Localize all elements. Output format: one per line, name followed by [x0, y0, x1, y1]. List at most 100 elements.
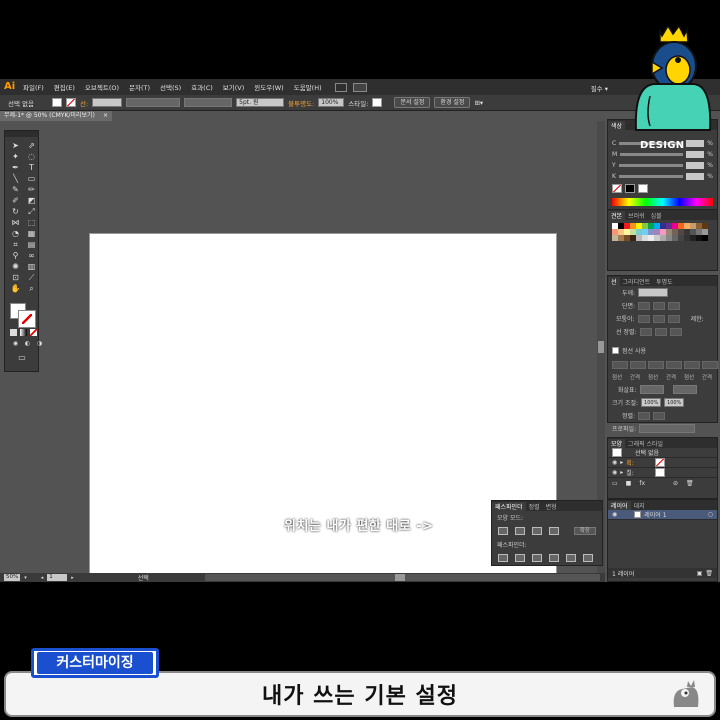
layer-name[interactable]: 레이어 1 — [644, 510, 666, 519]
white-swatch[interactable] — [638, 184, 648, 193]
stroke-attr-label[interactable]: 획: — [626, 458, 634, 467]
exclude-icon[interactable] — [549, 527, 559, 535]
draw-inside-icon[interactable]: ◑ — [34, 339, 45, 348]
crop-icon[interactable] — [549, 554, 559, 562]
line-tool-icon[interactable]: ╲ — [10, 174, 21, 183]
merge-icon[interactable] — [532, 554, 542, 562]
none-mode-icon[interactable] — [30, 329, 37, 336]
eye-icon[interactable]: ◉ — [612, 459, 617, 466]
free-transform-tool-icon[interactable]: ⬚ — [26, 218, 37, 227]
stroke-label[interactable]: 선: — [80, 98, 88, 108]
menu-window[interactable]: 윈도우(W) — [249, 82, 288, 92]
stroke-color-box[interactable] — [18, 310, 36, 328]
eye-icon[interactable]: ◉ — [612, 469, 617, 476]
align-outside-button[interactable] — [669, 327, 682, 336]
gap-1-field[interactable] — [630, 361, 646, 369]
pen-tool-icon[interactable]: ✒ — [10, 163, 21, 172]
horizontal-scrollbar[interactable] — [205, 574, 600, 581]
graphic-styles-tab[interactable]: 그래픽 스타일 — [625, 439, 666, 448]
layer-target-icon[interactable]: ○ — [708, 511, 713, 518]
arrange-documents-icon[interactable] — [352, 82, 367, 92]
stroke-attr-swatch[interactable] — [654, 458, 665, 467]
stroke-weight-field[interactable] — [92, 98, 123, 107]
channel-y-slider[interactable] — [618, 164, 684, 167]
gap-2-field[interactable] — [666, 361, 682, 369]
transparency-tab[interactable]: 투명도 — [653, 277, 676, 286]
bevel-join-button[interactable] — [667, 314, 680, 323]
gradient-tab[interactable]: 그라디언트 — [620, 277, 654, 286]
add-stroke-icon[interactable]: ▭ — [612, 480, 618, 487]
horizontal-scroll-thumb[interactable] — [395, 574, 405, 581]
align-inside-button[interactable] — [654, 327, 667, 336]
stroke-tab[interactable]: 선 — [608, 276, 620, 286]
fill-attr-swatch[interactable] — [654, 468, 665, 477]
square-cap-button[interactable] — [668, 301, 681, 310]
menu-effect[interactable]: 효과(C) — [186, 82, 218, 92]
dash-1-field[interactable] — [612, 361, 628, 369]
close-tab-icon[interactable]: × — [103, 111, 108, 121]
arrow-align-2-button[interactable] — [653, 411, 666, 420]
dash-3-field[interactable] — [684, 361, 700, 369]
rectangle-tool-icon[interactable]: ▭ — [26, 174, 37, 183]
menu-view[interactable]: 보기(V) — [218, 82, 249, 92]
preferences-button[interactable]: 환경 설정 — [434, 97, 471, 108]
type-tool-icon[interactable]: T — [26, 163, 37, 172]
zoom-field[interactable]: 50% — [4, 574, 21, 581]
scale-tool-icon[interactable]: ⤢ — [26, 207, 37, 216]
perspective-grid-tool-icon[interactable]: ▦ — [26, 229, 37, 238]
screen-mode-icon[interactable]: ▭ — [15, 353, 29, 362]
outline-icon[interactable] — [566, 554, 576, 562]
eyedropper-tool-icon[interactable]: ⚲ — [10, 251, 21, 260]
fill-stroke-control[interactable] — [10, 303, 36, 328]
menu-file[interactable]: 파일(F) — [18, 82, 49, 92]
draw-behind-icon[interactable]: ◐ — [22, 339, 33, 348]
hand-tool-icon[interactable]: ✋ — [10, 284, 21, 293]
arrow-start-dropdown[interactable] — [639, 385, 664, 394]
opacity-label[interactable]: 불투명도: — [288, 98, 314, 108]
zoom-dropdown-icon[interactable]: ▾ — [24, 575, 27, 581]
paintbrush-tool-icon[interactable]: ✎ — [10, 185, 21, 194]
opacity-field[interactable]: 100% — [318, 98, 345, 107]
profile-dropdown[interactable] — [639, 424, 696, 433]
none-swatch[interactable] — [612, 184, 622, 193]
symbols-tab[interactable]: 심볼 — [648, 211, 665, 220]
transform-tab[interactable]: 변형 — [543, 502, 560, 511]
prev-artboard-icon[interactable]: ◂ — [41, 575, 44, 581]
add-fill-icon[interactable]: ■ — [626, 480, 632, 487]
color-spectrum[interactable] — [612, 198, 713, 206]
style-swatch[interactable] — [372, 98, 383, 107]
mesh-tool-icon[interactable]: ⌗ — [10, 240, 21, 249]
pathfinder-tab[interactable]: 패스파인더 — [492, 501, 526, 511]
stroke-swatch[interactable] — [66, 98, 76, 107]
blend-tool-icon[interactable]: ∞ — [26, 251, 37, 260]
expand-icon[interactable]: ▸ — [620, 459, 623, 466]
divide-icon[interactable] — [498, 554, 508, 562]
channel-y-field[interactable] — [686, 162, 705, 169]
draw-normal-icon[interactable]: ◉ — [10, 339, 21, 348]
artboards-tab[interactable]: 대지 — [631, 501, 648, 510]
round-join-button[interactable] — [652, 314, 665, 323]
menu-edit[interactable]: 편집(E) — [49, 82, 80, 92]
workspace-switcher[interactable]: 필수 ▾ — [591, 83, 608, 93]
brushes-tab[interactable]: 브러쉬 — [625, 211, 648, 220]
gradient-mode-icon[interactable] — [20, 329, 27, 336]
direct-selection-tool-icon[interactable]: ⇗ — [26, 141, 37, 150]
layer-eye-icon[interactable]: ◉ — [612, 511, 617, 518]
zoom-tool-icon[interactable]: ⌕ — [26, 284, 37, 293]
trash-icon[interactable]: 🗑 — [686, 480, 694, 487]
next-artboard-icon[interactable]: ▸ — [71, 575, 74, 581]
brush-definition-dropdown[interactable]: 5pt. 원 — [236, 98, 285, 107]
delete-layer-icon[interactable]: 🗑 — [705, 570, 713, 577]
blob-brush-tool-icon[interactable]: ✐ — [10, 196, 21, 205]
swatch-grid[interactable] — [608, 220, 717, 244]
round-cap-button[interactable] — [653, 301, 666, 310]
eraser-tool-icon[interactable]: ◩ — [26, 196, 37, 205]
artboard-number-field[interactable]: 1 — [47, 574, 68, 581]
layers-tab[interactable]: 레이어 — [608, 500, 631, 510]
variable-width-dropdown[interactable] — [126, 98, 181, 107]
align-center-button[interactable] — [639, 327, 652, 336]
bridge-icon[interactable] — [334, 82, 347, 92]
rotate-tool-icon[interactable]: ↻ — [10, 207, 21, 216]
fx-icon[interactable]: fx — [639, 480, 645, 487]
align-tab[interactable]: 정렬 — [526, 502, 543, 511]
